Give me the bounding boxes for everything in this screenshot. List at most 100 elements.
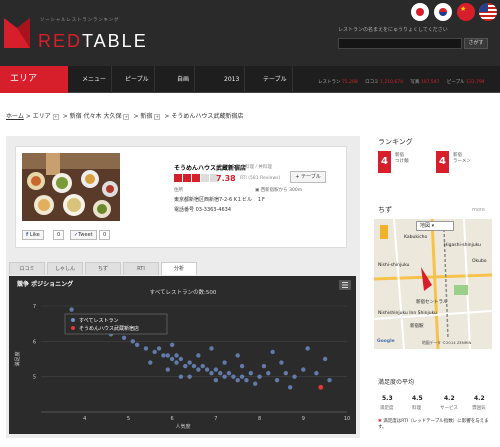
data-point: [235, 353, 240, 358]
tab-reviews[interactable]: ロコミ: [9, 262, 45, 275]
data-point: [209, 370, 214, 376]
map-more-link[interactable]: more: [472, 207, 485, 213]
breadcrumb-city[interactable]: 新宿: [140, 113, 152, 120]
highlight-point: [318, 384, 324, 390]
data-point: [213, 378, 219, 383]
positioning-chart: 競争 ポジショニング すべてレストランの数:500 5 6 7 4 5 6 7 8 9 10 人気度 満足…: [9, 276, 356, 434]
map-label: Higashi-shinjuku: [444, 243, 482, 248]
breadcrumb-area[interactable]: エリア: [33, 113, 51, 120]
satisfaction-note: ✱ 満足度はRTI（レッドテーブル指数）に影響を与えます。: [378, 419, 489, 430]
data-point: [178, 374, 184, 379]
sat-value: 4.5: [412, 395, 423, 402]
data-point: [174, 353, 179, 358]
tweet-button[interactable]: ✓Tweet: [70, 230, 97, 240]
tab-map[interactable]: ちず: [85, 262, 121, 275]
data-point: [261, 363, 267, 369]
search-input[interactable]: [338, 38, 462, 49]
legend-marker: [71, 318, 75, 322]
restaurant-card: f Like 0 ✓Tweet 0 そうめんハウス武蔵新宿店 日本料理 / 丼料…: [15, 146, 347, 248]
map-type-select[interactable]: 地図 ▾: [416, 221, 454, 231]
data-point: [222, 374, 227, 379]
restaurant-photo[interactable]: [22, 153, 120, 221]
data-point: [187, 360, 192, 365]
data-point: [287, 385, 293, 390]
map-label: Nishi-shinjuku: [378, 263, 410, 268]
top-header: ソーシャルレストランランキング REDTABLE ★ レストランの名まえをにゅう…: [0, 0, 500, 66]
redtable-logo-icon[interactable]: [4, 18, 30, 48]
sat-value: 5.3: [382, 395, 393, 402]
ranking-title: ランキング: [378, 138, 413, 146]
rank-badge[interactable]: 4: [436, 151, 449, 173]
breadcrumb: ホーム > エリア + > 新宿 代々木 大久保 + > 新宿 + > そうめんハウス武蔵新…: [6, 113, 244, 120]
add-table-button[interactable]: + テーブル: [290, 171, 326, 183]
x-axis-label: 人気度: [175, 423, 190, 430]
map-label: Kabukicho: [404, 235, 428, 240]
data-point: [143, 346, 149, 351]
address-label: 住所: [174, 188, 183, 193]
data-point: [322, 356, 328, 362]
japan-flag-icon[interactable]: [411, 3, 429, 21]
data-point: [305, 346, 310, 351]
data-point: [218, 370, 223, 376]
sat-label: 料理: [412, 406, 421, 411]
dropdown-icon[interactable]: +: [154, 113, 161, 120]
nav-area-tab[interactable]: エリア: [0, 66, 68, 93]
data-point: [165, 367, 170, 372]
usa-flag-icon[interactable]: [479, 3, 497, 21]
nav-people[interactable]: ピープル: [120, 66, 155, 93]
data-point: [134, 342, 140, 348]
data-point: [231, 374, 236, 379]
tab-rti[interactable]: RTI: [123, 262, 159, 275]
rank-badge[interactable]: 4: [378, 151, 391, 173]
data-point: [209, 346, 214, 351]
breadcrumb-home[interactable]: ホーム: [6, 113, 24, 120]
area-map[interactable]: 地図 ▾ Kabukicho Higashi-shinjuku Nishi-sh…: [374, 219, 492, 349]
x-tick-label: 8: [258, 416, 261, 422]
tab-analysis[interactable]: 分析: [161, 262, 197, 275]
y-tick-label: 5: [33, 375, 36, 381]
data-point: [301, 367, 306, 372]
x-tick-label: 6: [171, 416, 174, 422]
breadcrumb-region[interactable]: 新宿 代々木 大久保: [70, 113, 122, 120]
chart-title: 競争 ポジショニング: [17, 280, 73, 288]
search-button[interactable]: さがす: [464, 38, 488, 49]
rank-label[interactable]: 新宿 つけ麺: [395, 153, 409, 165]
korea-flag-icon[interactable]: [434, 3, 452, 21]
data-point: [239, 374, 245, 379]
data-point: [191, 363, 197, 369]
rating-star: [183, 174, 191, 182]
y-tick-label: 7: [33, 304, 36, 310]
china-flag-icon[interactable]: ★: [457, 3, 475, 21]
data-point: [204, 367, 210, 372]
brand-name[interactable]: REDTABLE: [38, 31, 148, 52]
dropdown-icon[interactable]: +: [123, 113, 130, 120]
data-point: [156, 346, 162, 351]
satisfaction-title: 満足度の平均: [378, 379, 415, 386]
data-point: [152, 349, 157, 355]
x-tick-label: 10: [344, 416, 350, 422]
nav-table[interactable]: テーブル: [258, 66, 293, 93]
data-point: [187, 374, 192, 379]
rank-label[interactable]: 新宿 ラーメン: [453, 153, 471, 165]
nav-2013[interactable]: 2013: [219, 66, 246, 93]
data-point: [222, 360, 227, 365]
score-reviews[interactable]: RTI (581 Reviews): [240, 176, 280, 181]
legend-label: そうめんハウス武蔵新宿店: [79, 325, 139, 332]
dropdown-icon[interactable]: +: [52, 113, 59, 120]
data-point: [196, 367, 201, 372]
data-point: [283, 370, 288, 376]
data-point: [165, 353, 170, 358]
facebook-like-button[interactable]: f Like: [22, 230, 44, 240]
rti-score: 7.38: [216, 174, 236, 183]
data-point: [196, 353, 201, 358]
x-tick-label: 7: [214, 416, 217, 422]
nav-jiga[interactable]: 自画: [172, 66, 196, 93]
tab-photos[interactable]: しゃしん: [47, 262, 83, 275]
data-point: [292, 374, 297, 379]
data-point: [274, 378, 280, 383]
x-tick-label: 5: [127, 416, 130, 422]
map-credit: 地図データ ©2014 ZENRIN: [422, 340, 472, 345]
data-point: [266, 370, 271, 376]
nav-menu[interactable]: メニュー: [77, 66, 113, 93]
chart-subtitle: すべてレストランの数:500: [150, 288, 217, 296]
